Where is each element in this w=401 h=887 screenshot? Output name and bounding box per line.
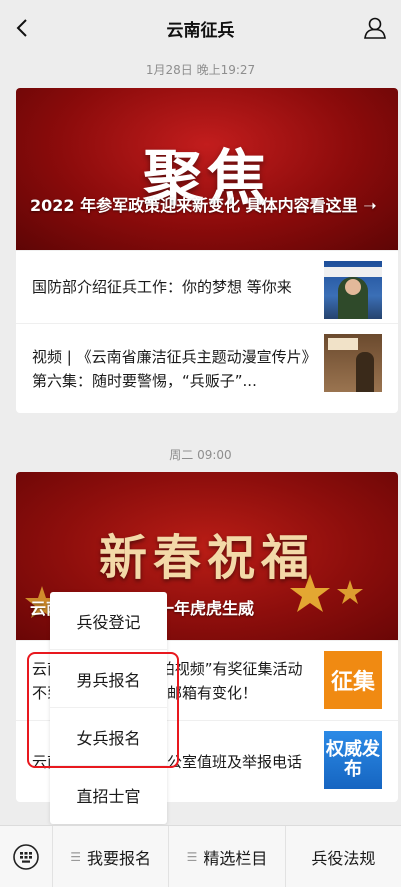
menu-lines-icon: ☰ [70,849,82,864]
tab-regulations[interactable]: 兵役法规 [284,826,401,887]
tab-signup[interactable]: ☰ 我要报名 [52,826,168,887]
menu-item-register[interactable]: 兵役登记 [50,592,167,650]
list-item[interactable]: 视频 | 《云南省廉洁征兵主题动漫宣传片》第六集：随时要警惕，“兵贩子”... [16,323,398,413]
keyboard-icon [13,843,39,870]
article-card: 聚焦 2022 年参军政策迎来新变化 具体内容看这里 ➝ 国防部介绍征兵工作：你… [16,88,398,413]
keyboard-button[interactable] [0,826,52,887]
article-cover[interactable]: 聚焦 2022 年参军政策迎来新变化 具体内容看这里 ➝ [16,88,398,250]
thumbnail-image [324,334,382,392]
list-item[interactable]: 国防部介绍征兵工作：你的梦想 等你来 [16,250,398,323]
nav-bar: 云南征兵 [0,0,401,56]
message-time: 周二 09:00 [169,448,232,462]
tab-label: 我要报名 [87,848,152,868]
tab-featured[interactable]: ☰ 精选栏目 [168,826,284,887]
thumbnail-image: 权威发布 [324,731,382,789]
thumbnail-image: 征集 [324,651,382,709]
list-item-title[interactable]: 视频 | 《云南省廉洁征兵主题动漫宣传片》第六集：随时要警惕，“兵贩子”... [32,324,312,413]
page-title: 云南征兵 [166,20,235,41]
thumbnail-image [324,261,382,319]
tab-label: 精选栏目 [203,848,268,868]
message-time: 1月28日 晚上19:27 [145,63,256,77]
menu-item-sergeant[interactable]: 直招士官 [50,766,167,824]
submenu-popup: 兵役登记 男兵报名 女兵报名 直招士官 [50,592,167,824]
user-icon[interactable] [361,14,389,42]
tab-label: 兵役法规 [311,848,376,868]
cover-title[interactable]: 2022 年参军政策迎来新变化 具体内容看这里 ➝ [30,194,384,218]
menu-item-female-signup[interactable]: 女兵报名 [50,708,167,766]
cover-heading: 新春祝福 [98,530,315,586]
list-item-title[interactable]: 国防部介绍征兵工作：你的梦想 等你来 [32,251,312,323]
bottom-menu-bar: ☰ 我要报名 ☰ 精选栏目 兵役法规 [0,825,401,887]
back-icon[interactable] [10,14,38,42]
menu-lines-icon: ☰ [186,849,198,864]
menu-item-male-signup[interactable]: 男兵报名 [50,650,167,708]
